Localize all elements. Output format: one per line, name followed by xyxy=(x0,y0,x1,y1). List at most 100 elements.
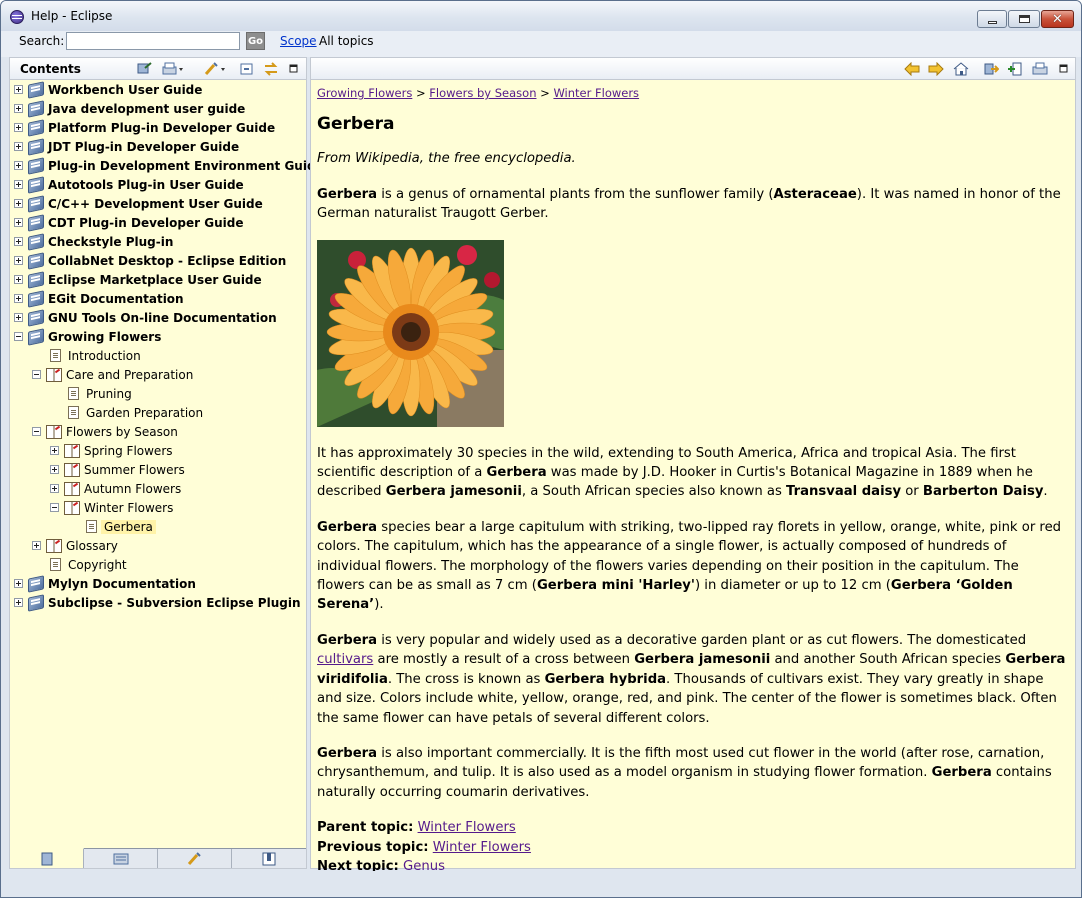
topic-navigation: Parent topic: Winter Flowers Previous top… xyxy=(317,818,1069,876)
expand-icon[interactable] xyxy=(14,598,23,607)
breadcrumb-link[interactable]: Winter Flowers xyxy=(553,86,639,100)
status-bar xyxy=(1,871,1081,897)
expand-icon[interactable] xyxy=(14,256,23,265)
go-button[interactable]: Go xyxy=(246,32,265,50)
bold-term: Gerbera hybrida xyxy=(544,671,667,687)
tab-index[interactable] xyxy=(84,849,158,868)
topic-page-icon xyxy=(86,520,97,533)
tree-item-label: Checkstyle Plug-in xyxy=(48,235,174,249)
collapse-icon[interactable] xyxy=(14,332,23,341)
tab-contents[interactable] xyxy=(10,848,84,868)
tree-item-label: Glossary xyxy=(66,539,118,553)
tree-item-label: CollabNet Desktop - Eclipse Edition xyxy=(48,254,287,268)
expand-icon[interactable] xyxy=(14,218,23,227)
tree-item-label: Mylyn Documentation xyxy=(48,577,196,591)
gerbera-photo xyxy=(317,239,504,427)
tree-item-label: Pruning xyxy=(86,387,132,401)
bold-term: Gerbera xyxy=(317,745,378,761)
expand-icon[interactable] xyxy=(50,465,59,474)
sync-icon[interactable] xyxy=(263,62,279,76)
link-with-contents-icon[interactable] xyxy=(136,62,152,76)
open-book-icon xyxy=(64,501,80,515)
expand-icon[interactable] xyxy=(32,541,41,550)
contents-pane: Contents Workbench User Guide Java develo… xyxy=(9,57,324,869)
open-book-icon xyxy=(46,425,62,439)
expand-icon[interactable] xyxy=(14,275,23,284)
tab-search-results[interactable] xyxy=(158,849,232,868)
tree-item-label: Spring Flowers xyxy=(84,444,173,458)
expand-icon[interactable] xyxy=(14,294,23,303)
topic-nav-label: Parent topic: xyxy=(317,820,414,836)
back-icon[interactable] xyxy=(904,62,920,76)
expand-icon[interactable] xyxy=(14,199,23,208)
text-run: is a genus of ornamental plants from the… xyxy=(377,186,774,202)
text-run: , a South African species also known as xyxy=(521,484,787,500)
page-title: Gerbera xyxy=(317,114,395,135)
expand-icon[interactable] xyxy=(14,180,23,189)
collapse-icon[interactable] xyxy=(32,427,41,436)
open-book-icon xyxy=(46,368,62,382)
collapse-all-icon[interactable] xyxy=(239,62,255,76)
expand-icon[interactable] xyxy=(14,142,23,151)
expand-icon[interactable] xyxy=(14,579,23,588)
bookmarks-tab-icon xyxy=(262,852,276,866)
bold-term: Gerbera xyxy=(317,632,378,648)
bold-term: Gerbera jamesonii xyxy=(385,484,522,500)
cultivars-link[interactable]: cultivars xyxy=(317,652,373,667)
expand-icon[interactable] xyxy=(14,85,23,94)
scope-link[interactable]: Scope xyxy=(280,34,317,48)
breadcrumb-link[interactable]: Flowers by Season xyxy=(429,86,536,100)
highlight-dropdown-icon[interactable] xyxy=(204,62,228,76)
bold-term: Transvaal daisy xyxy=(786,484,902,500)
search-input[interactable] xyxy=(66,32,240,50)
tab-bookmarks[interactable] xyxy=(232,849,306,868)
maximize-view-icon[interactable] xyxy=(288,62,300,76)
topic-nav-row: Previous topic: Winter Flowers xyxy=(317,838,1069,857)
breadcrumb-link[interactable]: Growing Flowers xyxy=(317,86,412,100)
open-book-icon xyxy=(64,482,80,496)
maximize-button[interactable] xyxy=(1008,10,1040,28)
topic-page-icon xyxy=(68,387,79,400)
bookmark-document-icon[interactable] xyxy=(1007,62,1023,76)
book-icon xyxy=(28,100,44,118)
bold-term: Gerbera xyxy=(317,186,378,202)
topic-nav-link[interactable]: Winter Flowers xyxy=(433,840,531,855)
bold-term: Barberton Daisy xyxy=(922,484,1044,500)
print-dropdown-icon[interactable] xyxy=(162,62,186,76)
search-bar: Search: Go Scope All topics xyxy=(1,31,1081,57)
tree-item-label: Java development user guide xyxy=(48,102,246,116)
minimize-button[interactable] xyxy=(977,10,1007,28)
collapse-icon[interactable] xyxy=(32,370,41,379)
topic-nav-label: Previous topic: xyxy=(317,839,429,855)
expand-icon[interactable] xyxy=(14,313,23,322)
expand-icon[interactable] xyxy=(50,484,59,493)
forward-icon[interactable] xyxy=(928,62,944,76)
maximize-topic-icon[interactable] xyxy=(1058,62,1070,76)
topic-nav-link[interactable]: Winter Flowers xyxy=(418,820,516,835)
tree-item-label: Copyright xyxy=(68,558,127,572)
expand-icon[interactable] xyxy=(14,123,23,132)
topic-page-icon xyxy=(50,558,61,571)
help-window: Help - Eclipse ✕ Search: Go Scope All to… xyxy=(0,0,1082,898)
tree-item-label: Introduction xyxy=(68,349,141,363)
close-button[interactable]: ✕ xyxy=(1041,10,1074,28)
view-tabs xyxy=(10,848,306,868)
tree-item-label: Garden Preparation xyxy=(86,406,204,420)
home-icon[interactable] xyxy=(953,62,969,76)
print-page-icon[interactable] xyxy=(1032,62,1048,76)
paragraph: Gerbera is also important commercially. … xyxy=(317,744,1069,802)
maximize-icon xyxy=(1019,15,1030,23)
show-in-contents-icon[interactable] xyxy=(983,62,999,76)
tree-item-label: Care and Preparation xyxy=(66,368,194,382)
expand-icon[interactable] xyxy=(14,104,23,113)
text-run: and another South African species xyxy=(770,652,1006,668)
bold-term: Gerbera jamesonii xyxy=(634,652,771,668)
title-bar[interactable]: Help - Eclipse ✕ xyxy=(1,1,1081,31)
paragraph: Gerbera is a genus of ornamental plants … xyxy=(317,185,1069,224)
expand-icon[interactable] xyxy=(50,446,59,455)
expand-icon[interactable] xyxy=(14,237,23,246)
tree-item-label: Autumn Flowers xyxy=(84,482,182,496)
paragraph: Gerbera is very popular and widely used … xyxy=(317,631,1069,728)
expand-icon[interactable] xyxy=(14,161,23,170)
collapse-icon[interactable] xyxy=(50,503,59,512)
